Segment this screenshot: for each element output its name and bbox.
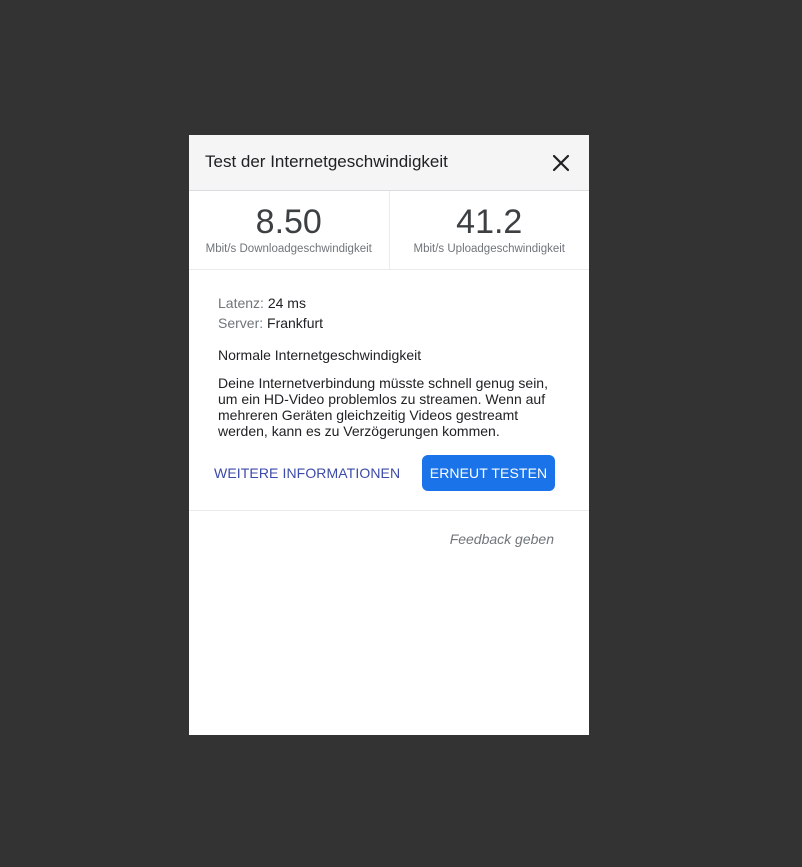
download-value: 8.50	[255, 203, 322, 241]
retest-button[interactable]: ERNEUT TESTEN	[422, 455, 555, 491]
upload-value: 41.2	[456, 203, 523, 241]
download-stat: 8.50 Mbit/s Downloadgeschwindigkeit	[189, 191, 389, 269]
server-value: Frankfurt	[267, 315, 324, 331]
dialog-title: Test der Internetgeschwindigkeit	[205, 152, 448, 171]
latency-row: Latenz: 24 ms	[218, 293, 560, 313]
details-section: Latenz: 24 ms Server: Frankfurt Normale …	[189, 270, 589, 511]
close-icon	[552, 154, 570, 172]
close-button[interactable]	[549, 151, 573, 175]
speed-description: Deine Internetverbindung müsste schnell …	[218, 375, 548, 439]
speed-test-dialog: Test der Internetgeschwindigkeit 8.50 Mb…	[189, 135, 589, 735]
server-row: Server: Frankfurt	[218, 313, 560, 333]
latency-value: 24 ms	[267, 295, 306, 311]
upload-stat: 41.2 Mbit/s Uploadgeschwindigkeit	[388, 191, 590, 269]
upload-label: Mbit/s Uploadgeschwindigkeit	[413, 243, 566, 255]
download-label: Mbit/s Downloadgeschwindigkeit	[205, 243, 372, 255]
dialog-header: Test der Internetgeschwindigkeit	[189, 135, 589, 191]
latency-label: Latenz:	[218, 295, 264, 311]
speed-status: Normale Internetgeschwindigkeit	[218, 347, 422, 363]
action-row: WEITERE INFORMATIONEN ERNEUT TESTEN	[214, 453, 560, 513]
feedback-link[interactable]: Feedback geben	[189, 531, 589, 547]
server-label: Server:	[218, 315, 264, 331]
more-info-link[interactable]: WEITERE INFORMATIONEN	[214, 465, 400, 481]
speed-stats: 8.50 Mbit/s Downloadgeschwindigkeit 41.2…	[189, 191, 589, 270]
